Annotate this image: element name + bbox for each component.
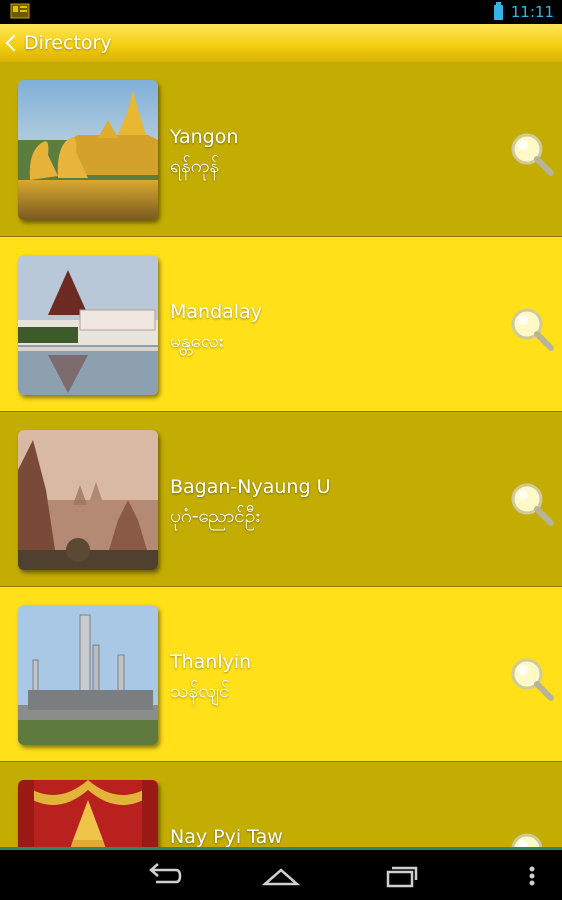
battery-icon bbox=[493, 1, 503, 20]
home-icon[interactable] bbox=[261, 860, 301, 892]
search-icon[interactable] bbox=[508, 130, 556, 178]
status-bar: 11:11 bbox=[0, 0, 562, 24]
status-clock: 11:11 bbox=[510, 3, 554, 21]
city-name-burmese: ပုဂံ-ညောင်ဦး bbox=[170, 505, 261, 527]
list-item-nay-pyi-taw[interactable]: Nay Pyi Taw bbox=[0, 762, 562, 847]
page-title: Directory bbox=[24, 32, 112, 54]
search-icon[interactable] bbox=[508, 830, 556, 847]
list-item-mandalay[interactable]: Mandalay မန္တလေး bbox=[0, 237, 562, 412]
overflow-menu-icon[interactable] bbox=[522, 860, 542, 892]
nay-pyi-taw-thumbnail bbox=[18, 780, 158, 847]
system-navigation-bar bbox=[0, 847, 562, 900]
list-item-yangon[interactable]: Yangon ရန်ကုန် bbox=[0, 62, 562, 237]
city-list[interactable]: Yangon ရန်ကုန် Mandalay မန္တလေး Bagan-Ny… bbox=[0, 62, 562, 847]
city-name-english: Nay Pyi Taw bbox=[170, 826, 283, 847]
city-name-burmese: သန်လျင် bbox=[170, 680, 230, 702]
search-icon[interactable] bbox=[508, 480, 556, 528]
recents-icon[interactable] bbox=[382, 860, 422, 892]
action-bar: Directory bbox=[0, 24, 562, 62]
city-name-english: Mandalay bbox=[170, 301, 262, 323]
list-item-thanlyin[interactable]: Thanlyin သန်လျင် bbox=[0, 587, 562, 762]
city-name-burmese: မန္တလေး bbox=[170, 330, 224, 352]
app-notification-icon bbox=[10, 3, 30, 19]
search-icon[interactable] bbox=[508, 655, 556, 703]
bagan-thumbnail bbox=[18, 430, 158, 570]
yangon-thumbnail bbox=[18, 80, 158, 220]
thanlyin-thumbnail bbox=[18, 605, 158, 745]
mandalay-thumbnail bbox=[18, 255, 158, 395]
list-item-bagan-nyaung-u[interactable]: Bagan-Nyaung U ပုဂံ-ညောင်ဦး bbox=[0, 412, 562, 587]
city-name-english: Thanlyin bbox=[170, 651, 252, 673]
chevron-left-icon bbox=[5, 34, 23, 52]
back-up-button[interactable]: Directory bbox=[5, 24, 112, 62]
search-icon[interactable] bbox=[508, 305, 556, 353]
back-icon[interactable] bbox=[142, 860, 182, 892]
city-name-english: Yangon bbox=[170, 126, 239, 148]
city-name-english: Bagan-Nyaung U bbox=[170, 476, 331, 498]
city-name-burmese: ရန်ကုန် bbox=[170, 155, 220, 177]
